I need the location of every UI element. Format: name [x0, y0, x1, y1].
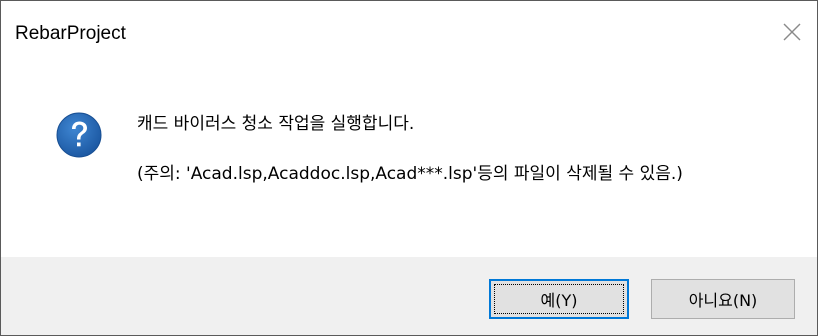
close-icon: [779, 19, 805, 45]
question-icon: [55, 111, 103, 159]
message-dialog: RebarProject 캐드 바이러스 청소 작업을 실행합니다. (주의: …: [0, 0, 818, 336]
title-bar: RebarProject: [1, 1, 817, 67]
no-button[interactable]: 아니요(N): [651, 279, 795, 319]
close-button[interactable]: [779, 19, 805, 45]
message-warning: (주의: 'Acad.lsp,Acaddoc.lsp,Acad***.lsp'등…: [137, 164, 683, 184]
focus-ring: [494, 284, 624, 314]
yes-button[interactable]: 예(Y): [489, 279, 629, 319]
message-primary: 캐드 바이러스 청소 작업을 실행합니다.: [137, 114, 415, 134]
window-title: RebarProject: [15, 23, 126, 44]
dialog-content: 캐드 바이러스 청소 작업을 실행합니다. (주의: 'Acad.lsp,Aca…: [1, 67, 817, 257]
no-button-label: 아니요(N): [688, 291, 758, 310]
button-bar: 예(Y) 아니요(N): [1, 257, 817, 335]
